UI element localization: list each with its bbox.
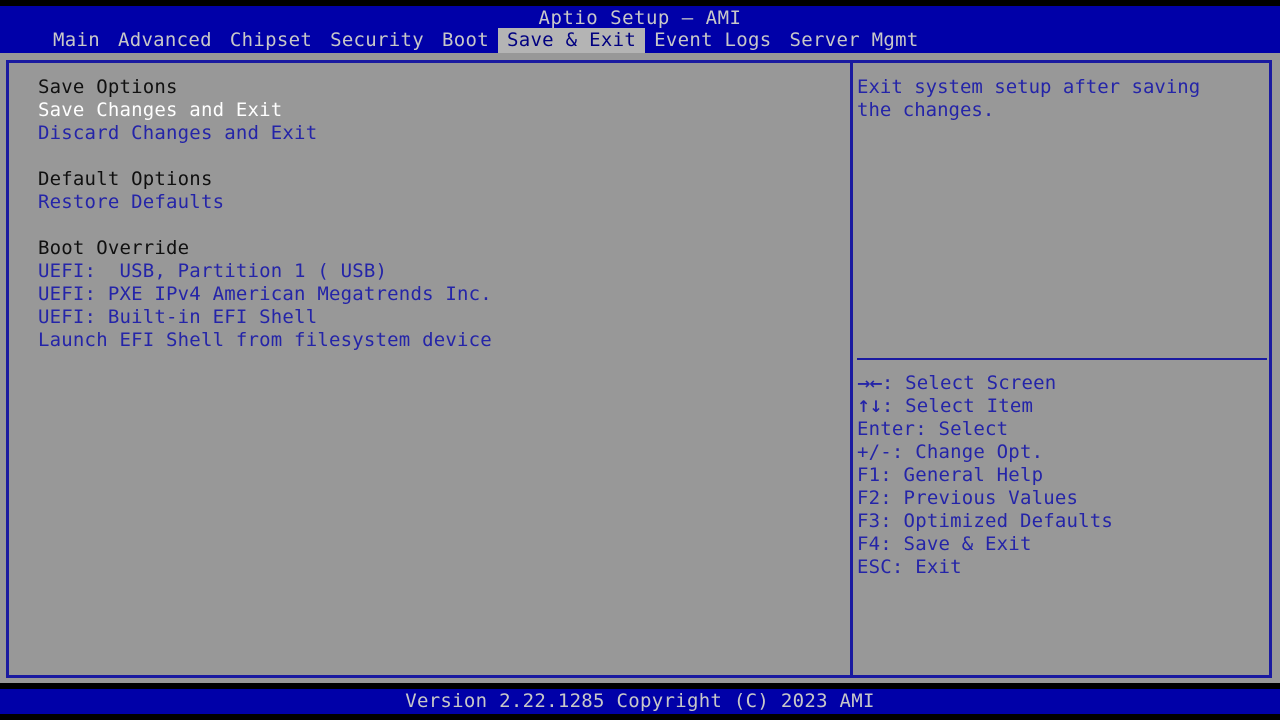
menu-tab-save-exit[interactable]: Save & Exit [497, 28, 646, 53]
key-hint-label: : Select Item [881, 395, 1034, 417]
menu-tab-security[interactable]: Security [321, 28, 433, 53]
key-hint-label: F1: General Help [857, 464, 1044, 486]
title-bar: Aptio Setup – AMI [0, 6, 1280, 28]
section-header-boot-override: Boot Override [38, 237, 190, 259]
bottom-black-strip [0, 714, 1280, 720]
footer-bar: Version 2.22.1285 Copyright (C) 2023 AMI [0, 689, 1280, 714]
page-title: Aptio Setup – AMI [538, 7, 742, 29]
key-hint-label: F4: Save & Exit [857, 533, 1032, 555]
menu-item-list: Main Advanced Chipset Security Boot Save & Ex… [44, 28, 928, 53]
menu-bar: Main Advanced Chipset Security Boot Save & Ex… [0, 28, 1280, 53]
key-hint-label: +/-: Change Opt. [857, 441, 1044, 463]
section-header-default-options: Default Options [38, 168, 213, 190]
help-description: Exit system setup after saving the chang… [857, 76, 1201, 121]
option-item-uefi-built-in-efi-shell[interactable]: UEFI: Built-in EFI Shell [38, 306, 828, 329]
help-panel-divider [857, 358, 1267, 360]
option-item-launch-efi-shell-from-filesystem-device[interactable]: Launch EFI Shell from filesystem device [38, 329, 828, 352]
option-item-save-changes-and-exit[interactable]: Save Changes and Exit [38, 99, 828, 122]
menu-tab-main[interactable]: Main [44, 28, 109, 53]
arrow-keys-icon: ↑↓ [857, 397, 883, 416]
key-hint-f2-previous-values: F2: Previous Values [857, 487, 1262, 510]
menu-tab-server-mgmt[interactable]: Server Mgmt [781, 28, 928, 53]
arrow-keys-icon: →← [857, 374, 883, 393]
option-item-uefi-pxe-ipv4-american-megatrends-inc[interactable]: UEFI: PXE IPv4 American Megatrends Inc. [38, 283, 828, 306]
key-legend: →←: Select Screen ↑↓: Select Item Enter: S… [857, 372, 1262, 579]
option-item-discard-changes-and-exit[interactable]: Discard Changes and Exit [38, 122, 828, 145]
key-hint-enter-select: Enter: Select [857, 418, 1262, 441]
key-hint-f4-save-exit: F4: Save & Exit [857, 533, 1262, 556]
panel-vertical-divider [850, 60, 853, 678]
key-hint-label: Enter: Select [857, 418, 1009, 440]
help-panel: Exit system setup after saving the chang… [857, 76, 1262, 122]
options-panel: Save Options Save Changes and Exit Discard… [38, 76, 828, 352]
bios-setup-screen: Aptio Setup – AMI Main Advanced Chipset Sec… [0, 0, 1280, 720]
row-spacer [38, 214, 828, 237]
menu-tab-advanced[interactable]: Advanced [109, 28, 221, 53]
menu-tab-boot[interactable]: Boot [433, 28, 498, 53]
row-spacer [38, 145, 828, 168]
section-header-save-options: Save Options [38, 76, 178, 98]
version-text: Version 2.22.1285 Copyright (C) 2023 AMI [405, 690, 875, 712]
option-item-restore-defaults[interactable]: Restore Defaults [38, 191, 828, 214]
menu-tab-chipset[interactable]: Chipset [221, 28, 321, 53]
key-hint-label: F3: Optimized Defaults [857, 510, 1114, 532]
key-hint-label: ESC: Exit [857, 556, 962, 578]
key-hint-label: : Select Screen [881, 372, 1057, 394]
key-hint-esc-exit: ESC: Exit [857, 556, 1262, 579]
key-hint-select-item: ↑↓: Select Item [857, 395, 1262, 418]
key-hint-label: F2: Previous Values [857, 487, 1079, 509]
key-hint-f3-optimized-defaults: F3: Optimized Defaults [857, 510, 1262, 533]
option-item-uefi-usb-partition-1-usb[interactable]: UEFI: USB, Partition 1 ( USB) [38, 260, 828, 283]
key-hint-change-opt: +/-: Change Opt. [857, 441, 1262, 464]
menu-tab-event-logs[interactable]: Event Logs [645, 28, 780, 53]
key-hint-f1-general-help: F1: General Help [857, 464, 1262, 487]
key-hint-select-screen: →←: Select Screen [857, 372, 1262, 395]
